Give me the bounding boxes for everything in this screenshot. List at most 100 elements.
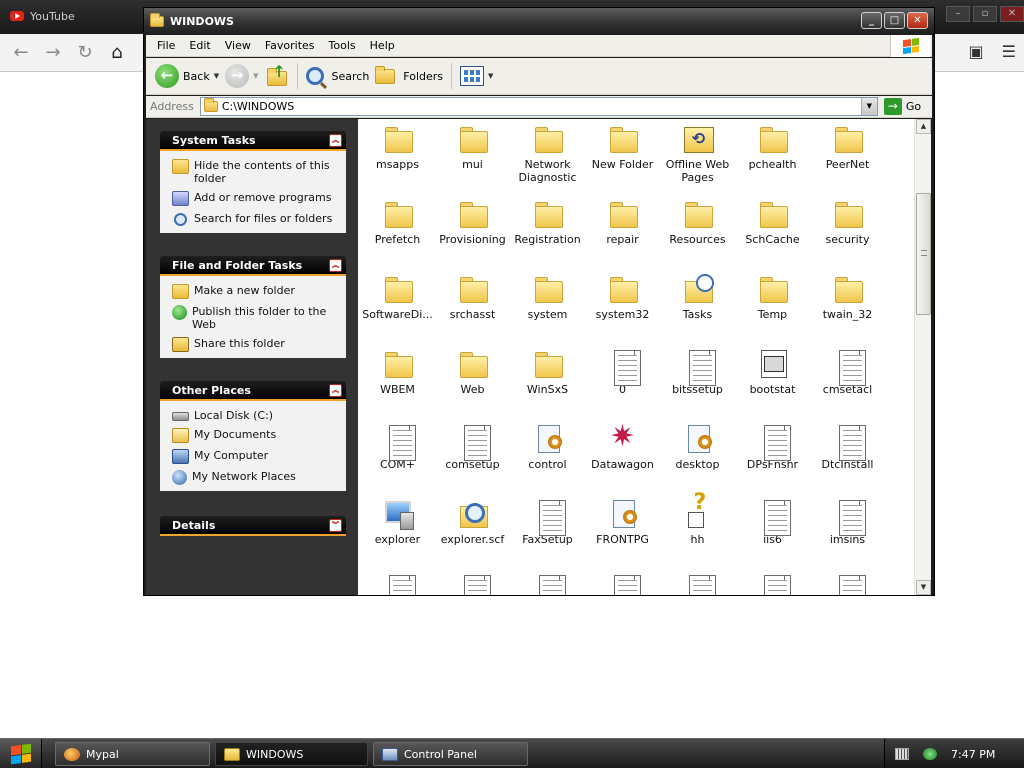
file-item[interactable]: desktop xyxy=(660,423,735,471)
maximize-button[interactable]: □ xyxy=(884,12,905,29)
file-item[interactable]: msapps xyxy=(360,123,435,171)
file-item[interactable]: explorer.scf xyxy=(435,498,510,546)
up-button[interactable]: ↑ xyxy=(262,61,292,91)
file-item[interactable]: iis6 xyxy=(735,498,810,546)
task-search-files[interactable]: Search for files or folders xyxy=(172,212,338,227)
browser-close-button[interactable]: ✕ xyxy=(1000,6,1024,22)
browser-tab-youtube[interactable]: YouTube xyxy=(0,0,140,32)
file-item[interactable] xyxy=(810,573,885,595)
scroll-thumb[interactable] xyxy=(916,193,931,315)
back-button[interactable]: ← Back ▼ xyxy=(152,61,222,91)
folders-button[interactable]: Folders xyxy=(372,61,446,91)
file-item[interactable] xyxy=(510,573,585,595)
file-item[interactable]: Temp xyxy=(735,273,810,321)
menu-help[interactable]: Help xyxy=(363,39,402,52)
file-item[interactable] xyxy=(435,573,510,595)
file-item[interactable]: Datawagon xyxy=(585,421,660,471)
file-item[interactable] xyxy=(735,573,810,595)
task-make-new-folder[interactable]: Make a new folder xyxy=(172,284,338,299)
file-item[interactable]: FaxSetup xyxy=(510,498,585,546)
taskbar-button-windows[interactable]: WINDOWS xyxy=(215,742,368,766)
place-my-computer[interactable]: My Computer xyxy=(172,449,338,464)
menu-favorites[interactable]: Favorites xyxy=(258,39,322,52)
other-places-header[interactable]: Other Places ︽ xyxy=(160,381,346,401)
file-item[interactable]: New Folder xyxy=(585,123,660,171)
file-item[interactable]: DtcInstall xyxy=(810,423,885,471)
file-item[interactable]: DPsFnshr xyxy=(735,423,810,471)
file-item[interactable]: PeerNet xyxy=(810,123,885,171)
network-icon[interactable] xyxy=(923,748,937,760)
file-item[interactable]: security xyxy=(810,198,885,246)
address-field[interactable]: C:\WINDOWS ▼ xyxy=(199,97,878,116)
file-item[interactable]: Provisioning xyxy=(435,198,510,246)
file-item[interactable]: imsins xyxy=(810,498,885,546)
forward-dropdown-icon[interactable]: ▼ xyxy=(253,72,258,80)
browser-reload-icon[interactable]: ↻ xyxy=(72,40,98,66)
file-item[interactable]: Prefetch xyxy=(360,198,435,246)
file-item[interactable]: SchCache xyxy=(735,198,810,246)
file-item[interactable]: system32 xyxy=(585,273,660,321)
browser-sidebar-icon[interactable]: ▣ xyxy=(969,42,984,61)
place-local-disk[interactable]: Local Disk (C:) xyxy=(172,409,338,422)
scroll-down-button[interactable]: ▼ xyxy=(916,580,931,595)
views-button[interactable]: ▼ xyxy=(457,61,496,91)
address-dropdown-icon[interactable]: ▼ xyxy=(860,98,877,115)
collapse-chevron-icon[interactable]: ︽ xyxy=(329,259,342,272)
explorer-titlebar[interactable]: WINDOWS _ □ ✕ xyxy=(144,8,934,34)
file-item[interactable]: twain_32 xyxy=(810,273,885,321)
go-button[interactable]: → Go xyxy=(883,98,921,115)
file-item[interactable]: Tasks xyxy=(660,273,735,321)
place-my-documents[interactable]: My Documents xyxy=(172,428,338,443)
taskbar-button-mypal[interactable]: Mypal xyxy=(55,742,210,766)
search-button[interactable]: Search xyxy=(303,61,373,91)
file-item[interactable]: FRONTPG xyxy=(585,498,660,546)
keyboard-icon[interactable] xyxy=(895,748,909,760)
file-item[interactable]: Network Diagnostic xyxy=(510,123,585,184)
file-item[interactable]: srchasst xyxy=(435,273,510,321)
collapse-chevron-icon[interactable]: ︽ xyxy=(329,384,342,397)
file-folder-tasks-header[interactable]: File and Folder Tasks ︽ xyxy=(160,256,346,276)
file-item[interactable]: Web xyxy=(435,348,510,396)
file-item[interactable]: COM+ xyxy=(360,423,435,471)
file-item[interactable]: 0 xyxy=(585,348,660,396)
menu-edit[interactable]: Edit xyxy=(182,39,217,52)
collapse-chevron-icon[interactable]: ︽ xyxy=(329,134,342,147)
browser-home-icon[interactable]: ⌂ xyxy=(104,40,130,66)
browser-back-icon[interactable]: ← xyxy=(8,40,34,66)
place-my-network-places[interactable]: My Network Places xyxy=(172,470,338,485)
file-item[interactable]: Resources xyxy=(660,198,735,246)
start-button[interactable] xyxy=(0,739,42,768)
menu-tools[interactable]: Tools xyxy=(322,39,363,52)
task-hide-folder-contents[interactable]: Hide the contents of this folder xyxy=(172,159,338,185)
taskbar-button-control-panel[interactable]: Control Panel xyxy=(373,742,528,766)
browser-menu-icon[interactable]: ☰ xyxy=(1002,42,1016,61)
minimize-button[interactable]: _ xyxy=(861,12,882,29)
clock[interactable]: 7:47 PM xyxy=(951,748,995,761)
task-share-folder[interactable]: Share this folder xyxy=(172,337,338,352)
file-item[interactable]: WBEM xyxy=(360,348,435,396)
file-item[interactable]: SoftwareDi... xyxy=(360,273,435,321)
file-item[interactable]: mui xyxy=(435,123,510,171)
forward-button[interactable]: → ▼ xyxy=(222,61,261,91)
system-tasks-header[interactable]: System Tasks ︽ xyxy=(160,131,346,151)
file-item[interactable]: control xyxy=(510,423,585,471)
file-item[interactable]: comsetup xyxy=(435,423,510,471)
back-dropdown-icon[interactable]: ▼ xyxy=(214,72,219,80)
file-item[interactable]: bitssetup xyxy=(660,348,735,396)
file-item[interactable] xyxy=(585,573,660,595)
browser-maximize-button[interactable]: ▫ xyxy=(973,6,997,22)
file-item[interactable]: hh xyxy=(660,496,735,546)
file-item[interactable]: pchealth xyxy=(735,123,810,171)
task-publish-to-web[interactable]: Publish this folder to the Web xyxy=(172,305,338,331)
file-item[interactable] xyxy=(660,573,735,595)
file-item[interactable]: explorer xyxy=(360,498,435,546)
file-item[interactable] xyxy=(360,573,435,595)
file-item[interactable]: bootstat xyxy=(735,348,810,396)
scroll-up-button[interactable]: ▲ xyxy=(916,119,931,134)
menu-view[interactable]: View xyxy=(218,39,258,52)
file-item[interactable]: WinSxS xyxy=(510,348,585,396)
file-item[interactable]: Offline Web Pages xyxy=(660,123,735,184)
file-item[interactable]: system xyxy=(510,273,585,321)
menu-file[interactable]: File xyxy=(150,39,182,52)
file-item[interactable]: repair xyxy=(585,198,660,246)
